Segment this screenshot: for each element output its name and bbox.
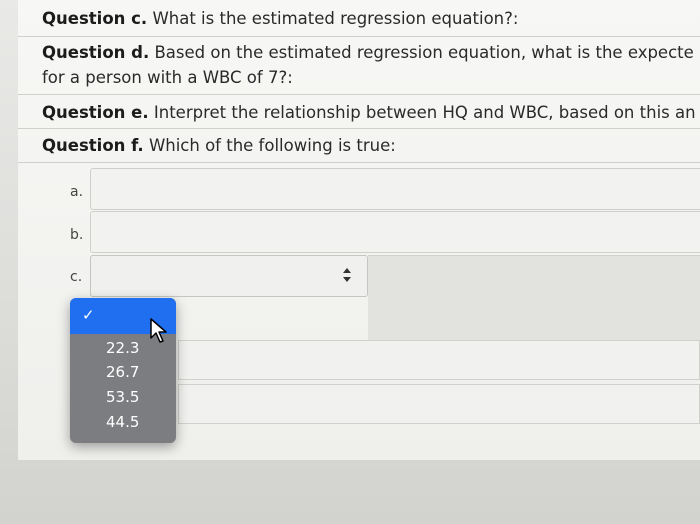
dropdown-option[interactable]: 53.5 <box>106 387 139 407</box>
question-e-text: Interpret the relationship between HQ an… <box>148 103 696 122</box>
option-c-label: c. <box>70 269 83 285</box>
question-f: Question f. Which of the following is tr… <box>42 135 396 157</box>
option-b-field[interactable] <box>90 211 700 253</box>
question-d: Question d. Based on the estimated regre… <box>42 42 694 64</box>
divider <box>18 36 700 37</box>
checkmark-icon: ✓ <box>82 306 95 324</box>
question-c-label: Question c. <box>42 9 148 28</box>
divider <box>18 162 700 163</box>
option-a-field[interactable] <box>90 168 700 210</box>
question-f-text: Which of the following is true: <box>143 136 396 155</box>
question-e-label: Question e. <box>42 103 149 122</box>
question-c: Question c. What is the estimated regres… <box>42 8 518 30</box>
dropdown-option[interactable]: 44.5 <box>106 412 139 432</box>
divider <box>18 94 700 95</box>
dropdown-option[interactable]: 22.3 <box>106 338 139 358</box>
option-c-select[interactable] <box>90 255 368 297</box>
divider <box>18 128 700 129</box>
dropdown-option[interactable]: 26.7 <box>106 362 139 382</box>
question-d-label: Question d. <box>42 43 150 62</box>
mouse-cursor-icon <box>150 318 168 344</box>
question-c-text: What is the estimated regression equatio… <box>147 9 519 28</box>
question-d-text: Based on the estimated regression equati… <box>149 43 694 62</box>
question-e: Question e. Interpret the relationship b… <box>42 102 696 124</box>
option-c-panel <box>368 255 700 342</box>
question-d-text2: for a person with a WBC of 7?: <box>42 68 293 87</box>
answer-field-d[interactable] <box>178 340 700 380</box>
question-d-line2: for a person with a WBC of 7?: <box>42 67 293 89</box>
option-a-label: a. <box>70 184 84 200</box>
question-f-label: Question f. <box>42 136 144 155</box>
select-arrows-icon <box>343 268 351 282</box>
option-b-label: b. <box>70 227 84 243</box>
answer-field-e[interactable] <box>178 384 700 424</box>
